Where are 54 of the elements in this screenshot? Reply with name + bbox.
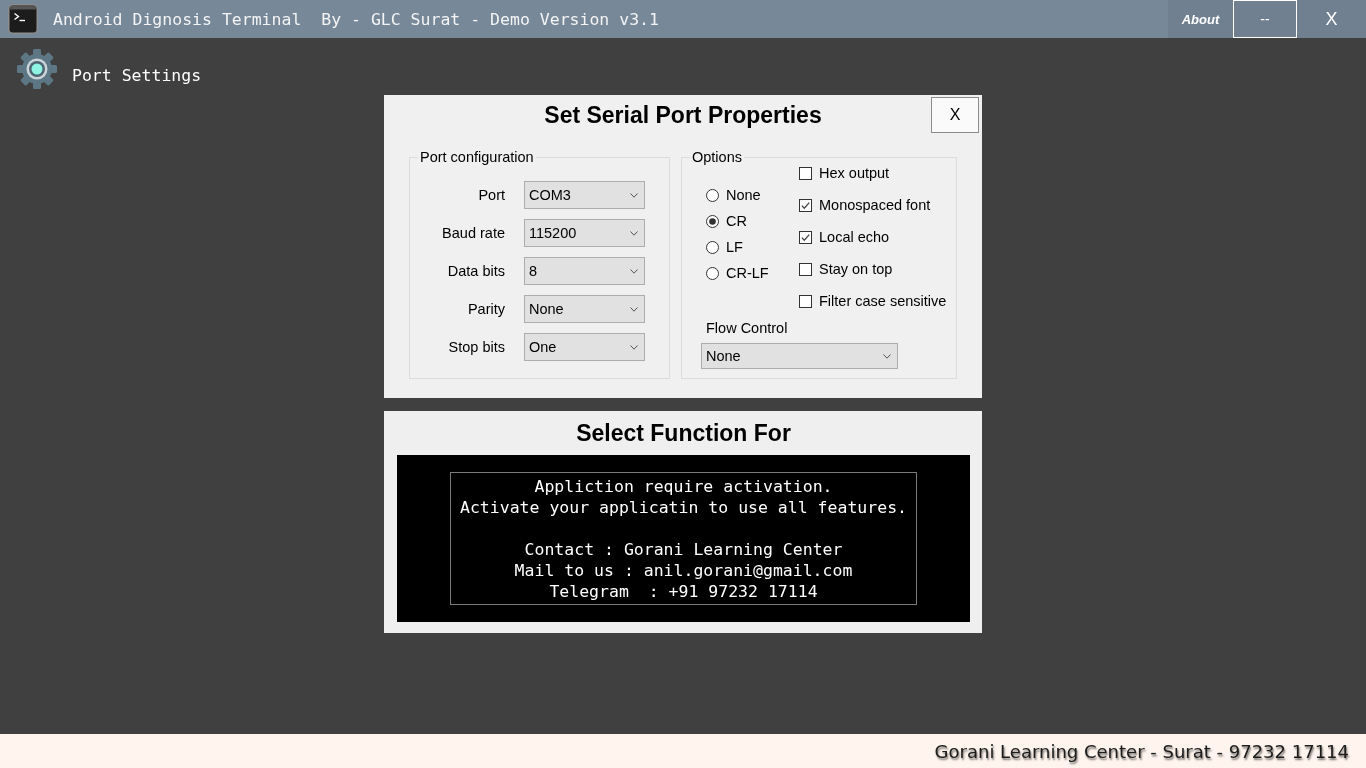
field-label: Flow Control <box>706 319 788 337</box>
about-button[interactable]: About <box>1168 0 1233 38</box>
panel-title: Select Function For <box>576 419 791 447</box>
message-line: Telegram : +91 97232 17114 <box>549 581 818 602</box>
radio-label: CR-LF <box>726 265 769 281</box>
chevron-down-icon <box>630 344 638 350</box>
chevron-down-icon <box>883 353 891 359</box>
message-line: Contact : Gorani Learning Center <box>524 539 843 560</box>
close-button[interactable]: X <box>1297 0 1366 38</box>
field-label: Parity <box>466 301 505 317</box>
checkbox[interactable] <box>799 294 812 308</box>
footer-text: Gorani Learning Center - Surat - 97232 17114 <box>934 740 1349 762</box>
dropdown[interactable]: None <box>524 295 645 323</box>
checkbox-label: Stay on top <box>819 261 893 277</box>
checkbox[interactable] <box>799 166 812 180</box>
chevron-down-icon <box>630 192 638 198</box>
field-label: Data bits <box>446 263 505 279</box>
message-line: Mail to us : anil.gorani@gmail.com <box>514 560 853 581</box>
dropdown[interactable]: One <box>524 333 645 361</box>
checkbox[interactable] <box>799 230 812 244</box>
radio-label: CR <box>726 213 747 229</box>
chevron-down-icon <box>630 306 638 312</box>
radio-button[interactable] <box>706 266 719 280</box>
page-title: Port Settings <box>72 65 202 85</box>
minimize-button[interactable]: -- <box>1233 0 1297 38</box>
checkbox-label: Monospaced font <box>819 197 931 213</box>
dropdown[interactable]: COM3 <box>524 181 645 209</box>
dropdown[interactable]: 115200 <box>524 219 645 247</box>
terminal-icon <box>8 4 38 34</box>
group-label: Options <box>691 148 743 166</box>
message-line: Activate your applicatin to use all features. <box>460 497 907 518</box>
checkbox[interactable] <box>799 198 812 212</box>
field-label: Port <box>477 187 505 203</box>
radio-button[interactable] <box>706 240 719 254</box>
group-label: Port configuration <box>419 148 535 166</box>
chevron-down-icon <box>630 230 638 236</box>
close-button[interactable]: X <box>931 97 979 133</box>
radio-label: None <box>726 187 761 203</box>
dropdown[interactable]: 8 <box>524 257 645 285</box>
checkbox-label: Hex output <box>819 165 890 181</box>
radio-button[interactable] <box>706 214 719 228</box>
radio-label: LF <box>726 239 743 255</box>
message-line: Appliction require activation. <box>534 476 833 497</box>
checkbox[interactable] <box>799 262 812 276</box>
dropdown[interactable]: None <box>701 343 898 369</box>
checkbox-label: Filter case sensitive <box>819 293 947 309</box>
window-title: Android Dignosis Terminal By - GLC Surat - Demo Version v3.1 <box>53 9 660 29</box>
gear-icon <box>17 48 57 90</box>
field-label: Stop bits <box>447 339 505 355</box>
chevron-down-icon <box>630 268 638 274</box>
checkbox-label: Local echo <box>819 229 890 245</box>
radio-button[interactable] <box>706 188 719 202</box>
dialog-title: Set Serial Port Properties <box>544 101 822 129</box>
field-label: Baud rate <box>441 225 505 241</box>
